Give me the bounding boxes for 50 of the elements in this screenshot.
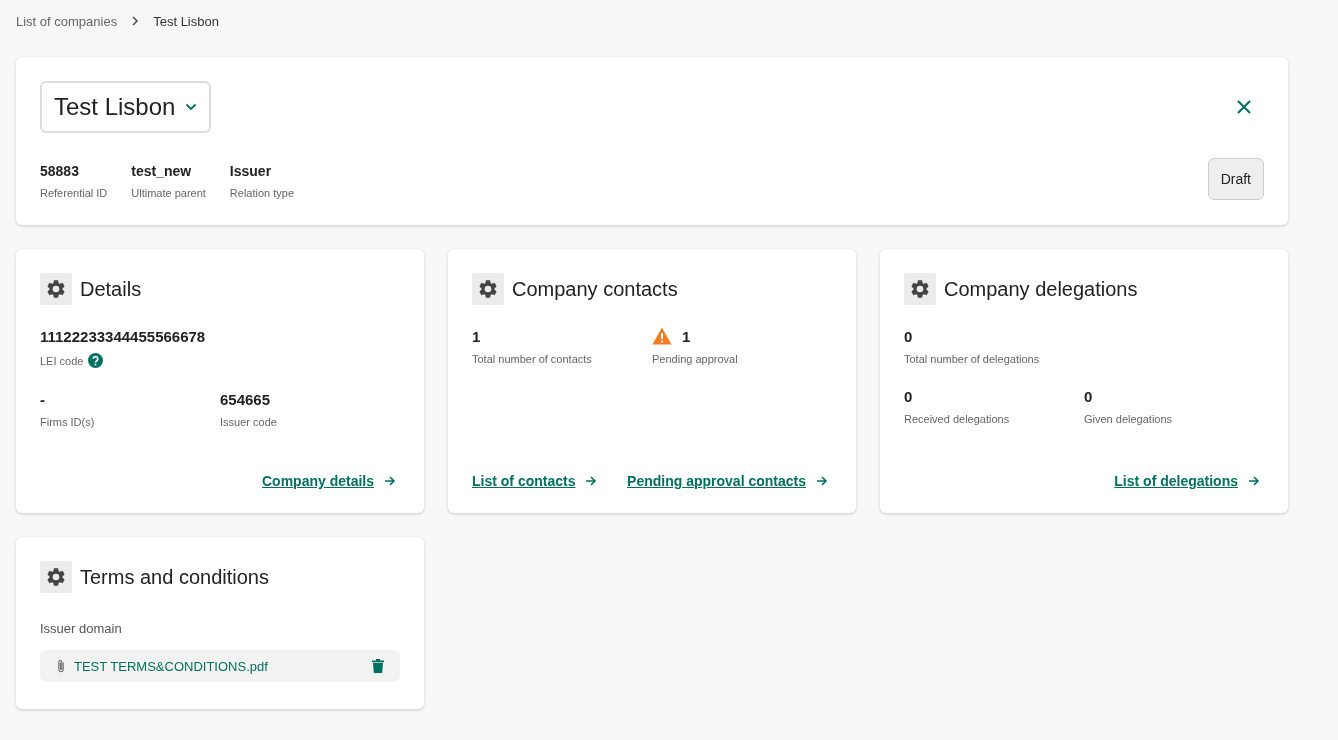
section-label: Issuer domain (40, 621, 123, 636)
card-title: Company delegations (944, 277, 1138, 301)
card-title: Terms and conditions (80, 565, 269, 589)
breadcrumb-current: Test Lisbon (153, 13, 219, 29)
arrow-right-icon (384, 475, 396, 487)
help-icon[interactable] (88, 353, 104, 368)
arrow-right-icon (1248, 475, 1260, 487)
file-link[interactable]: TEST TERMS&CONDITIONS.pdf (74, 658, 364, 674)
status-button[interactable]: Draft (1207, 158, 1264, 200)
fact-value: 58883 (40, 163, 80, 179)
stat-value: 1 (682, 327, 691, 345)
link[interactable]: Company details (261, 473, 374, 489)
arrow-right-icon (585, 475, 598, 487)
stat-label: Given delegations (1084, 413, 1173, 425)
stat-value: 0 (1084, 387, 1093, 405)
fact-label: Referential ID (40, 187, 108, 199)
link[interactable]: Pending approval contacts (627, 473, 806, 489)
stat-value: 654665 (220, 390, 271, 408)
close-icon[interactable] (1236, 99, 1252, 115)
fact-value: test_new (131, 163, 193, 179)
gear-icon (40, 561, 72, 593)
stat-value: 0 (904, 387, 913, 405)
arrow-right-icon (816, 475, 828, 487)
fact-label: Relation type (229, 187, 295, 199)
stat-label: Total number of contacts (472, 353, 592, 365)
stat-value: 0 (904, 327, 913, 345)
stat-label: Firms ID(s) (40, 416, 95, 428)
company-dropdown[interactable]: Test Lisbon (40, 81, 212, 133)
trash-icon[interactable] (372, 659, 384, 673)
stat-value: 11122233344455566678 (40, 327, 206, 345)
link[interactable]: List of delegations (1114, 473, 1238, 489)
card-title: Company contacts (512, 277, 678, 301)
gear-icon (472, 273, 504, 305)
stat-label: Issuer code (220, 416, 277, 428)
stat-label: LEI code (40, 354, 84, 367)
gear-icon (904, 273, 936, 305)
gear-icon (40, 273, 72, 305)
chevron-down-icon (185, 103, 198, 111)
stat-label: Total number of delegations (904, 353, 1040, 365)
stat-value: - (40, 390, 45, 408)
link[interactable]: List of contacts (472, 473, 576, 489)
stat-label: Received delegations (904, 413, 1010, 425)
fact-label: Ultimate parent (131, 187, 206, 199)
breadcrumb-link[interactable]: List of companies (16, 13, 118, 29)
card-title: Details (80, 277, 142, 301)
chevron-right-icon (131, 16, 140, 26)
stat-value: 1 (472, 327, 481, 345)
stat-label: Pending approval (652, 353, 738, 365)
paperclip-icon (56, 659, 66, 673)
fact-value: Issuer (229, 163, 273, 179)
